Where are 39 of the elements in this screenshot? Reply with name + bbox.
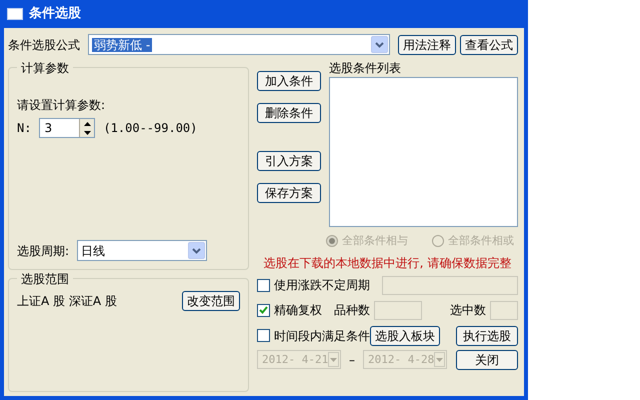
condition-action-button[interactable]: 删除条件 bbox=[257, 103, 321, 123]
spin-arrows-icon bbox=[79, 119, 94, 137]
date-separator: – bbox=[349, 352, 355, 368]
count-label: 品种数 bbox=[334, 302, 370, 319]
count-field bbox=[490, 300, 518, 320]
run-button[interactable]: 执行选股 bbox=[456, 326, 518, 346]
condition-action-button[interactable]: 加入条件 bbox=[257, 71, 321, 91]
window-icon bbox=[7, 8, 23, 20]
checkbox-icon bbox=[257, 329, 270, 342]
formula-dropdown[interactable]: 弱势新低 - bbox=[88, 34, 390, 55]
group-title: 计算参数 bbox=[17, 59, 73, 77]
checkbox-icon bbox=[257, 278, 270, 292]
option-checkbox[interactable]: 使用涨跌不定周期 bbox=[257, 276, 370, 294]
count-label: 选中数 bbox=[450, 302, 486, 319]
option-checkbox[interactable]: 时间段内满足条件 bbox=[257, 326, 370, 344]
add-to-block-button[interactable]: 选股入板块 bbox=[370, 326, 440, 346]
formula-action-button[interactable]: 用法注释 bbox=[398, 34, 456, 54]
condition-action-button[interactable]: 引入方案 bbox=[257, 151, 321, 171]
scope-text: 上证A 股 深证A 股 bbox=[17, 293, 117, 310]
period-label: 选股周期: bbox=[17, 242, 70, 260]
change-scope-button[interactable]: 改变范围 bbox=[182, 291, 240, 311]
option-checkbox[interactable]: 精确复权 bbox=[257, 301, 322, 319]
count-field bbox=[374, 300, 422, 320]
condition-action-button[interactable]: 保存方案 bbox=[257, 183, 321, 203]
formula-action-button[interactable]: 查看公式 bbox=[460, 34, 518, 54]
window-title: 条件选股 bbox=[29, 5, 81, 24]
notice-text: 选股在下载的本地数据中进行, 请确保数据完整 bbox=[262, 254, 512, 272]
formula-label: 条件选股公式 bbox=[8, 36, 80, 54]
parameter-name: N: bbox=[17, 120, 32, 137]
parameter-spinner[interactable]: 3 bbox=[39, 118, 96, 138]
parameter-range: (1.00--99.00) bbox=[103, 120, 198, 137]
close-button[interactable]: 关闭 bbox=[456, 350, 518, 370]
period-dropdown[interactable]: 日线 bbox=[77, 240, 208, 261]
checkbox-icon bbox=[257, 304, 270, 316]
condition-listbox[interactable] bbox=[329, 77, 518, 227]
group-title: 选股范围 bbox=[17, 270, 73, 288]
parameter-prompt: 请设置计算参数: bbox=[17, 97, 106, 114]
condition-list-label: 选股条件列表 bbox=[329, 60, 402, 77]
period-input[interactable] bbox=[382, 276, 518, 294]
